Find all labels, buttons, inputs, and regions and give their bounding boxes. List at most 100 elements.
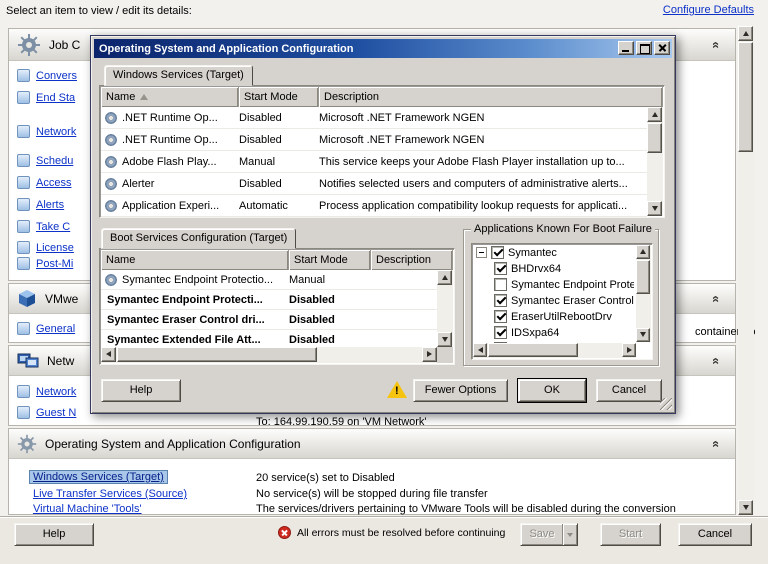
scrollbar-thumb[interactable] [738,42,753,152]
checkbox[interactable] [494,294,507,307]
tab-windows-services[interactable]: Windows Services (Target) [104,65,253,86]
cancel-button[interactable]: Cancel [678,523,752,546]
scroll-up-icon[interactable] [636,245,650,259]
service-row[interactable]: Alerter Disabled Notifies selected users… [101,173,647,195]
service-row[interactable]: Application Experi... Automatic Process … [101,195,647,217]
scroll-up-icon[interactable] [647,107,662,122]
nav-item-take-control[interactable]: Take C [17,220,70,233]
dialog-help-button[interactable]: Help [101,379,181,402]
nav-item-end-states[interactable]: End Sta [17,91,75,104]
collapse-minus-icon[interactable] [476,247,487,258]
configure-defaults-link[interactable]: Configure Defaults [663,4,754,16]
error-icon [278,526,291,539]
column-header-start-mode[interactable]: Start Mode [289,250,371,270]
scroll-right-icon[interactable] [622,343,636,357]
boot-service-row[interactable]: Symantec Endpoint Protecti... Disabled [101,290,437,310]
column-header-description[interactable]: Description [319,87,663,107]
help-button[interactable]: Help [14,523,94,546]
os-row-live-transfer[interactable]: Live Transfer Services (Source) [33,488,187,500]
boot-table-hscrollbar[interactable] [101,347,437,363]
tab-boot-services[interactable]: Boot Services Configuration (Target) [101,228,296,249]
nav-item-post-migration[interactable]: Post-Mi [17,257,73,270]
resize-grip[interactable] [660,398,672,410]
os-row-windows-services[interactable]: Windows Services (Target) [29,471,168,483]
nav-item-access[interactable]: Access [17,176,71,189]
column-header-start-mode[interactable]: Start Mode [239,87,319,107]
dialog-cancel-button[interactable]: Cancel [596,379,662,402]
services-scrollbar[interactable] [647,107,663,216]
boot-table-vscrollbar[interactable] [437,270,453,347]
scrollbar-thumb[interactable] [647,123,662,153]
tree-item[interactable]: IDSxpa64 [494,326,634,339]
scroll-down-icon[interactable] [647,201,662,216]
scroll-down-icon[interactable] [738,500,753,515]
service-gear-icon [105,200,117,212]
nav-item-guest-nic[interactable]: Guest N [17,406,76,419]
scroll-left-icon[interactable] [101,347,116,362]
scroll-right-icon[interactable] [422,347,437,362]
os-config-gear-icon [17,434,37,454]
nav-item-conversion[interactable]: Convers [17,69,77,82]
job-config-gear-icon [17,33,41,57]
scrollbar-thumb[interactable] [488,343,578,357]
collapse-chevron-icon[interactable] [709,292,723,306]
checkbox[interactable] [494,326,507,339]
service-gear-icon [105,112,117,124]
scrollbar-thumb[interactable] [636,260,650,294]
service-row[interactable]: Adobe Flash Play... Manual This service … [101,151,647,173]
nav-item-alerts[interactable]: Alerts [17,198,64,211]
save-dropdown-icon[interactable] [562,524,577,545]
fewer-options-button[interactable]: Fewer Options [413,379,508,402]
tree-hscrollbar[interactable] [473,343,636,358]
collapse-chevron-icon[interactable] [709,437,723,451]
tree-item[interactable]: BHDrvx64 [494,262,634,275]
checkbox[interactable] [494,310,507,323]
tree-vscrollbar[interactable] [636,245,651,342]
checkbox[interactable] [491,246,504,259]
maximize-icon[interactable] [636,41,652,55]
start-button[interactable]: Start [600,523,661,546]
scroll-down-icon[interactable] [636,328,650,342]
nav-item-icon [17,257,30,270]
boot-service-row[interactable]: Symantec Endpoint Protectio... Manual [101,270,437,290]
tree-item[interactable]: Symantec Endpoint Protec [494,278,634,291]
main-scrollbar[interactable] [738,26,754,515]
tree-item-root[interactable]: Symantec [476,246,634,259]
minimize-icon[interactable] [618,41,634,55]
scroll-left-icon[interactable] [473,343,487,357]
boot-failure-tree: Symantec BHDrvx64 Symantec Endpoint Prot… [471,243,653,360]
nav-item-general[interactable]: General [17,322,75,335]
column-header-name[interactable]: Name [101,250,289,270]
collapse-chevron-icon[interactable] [709,38,723,52]
scroll-down-icon[interactable] [437,332,452,347]
save-button[interactable]: Save [520,523,578,546]
boot-service-row[interactable]: Symantec Eraser Control dri... Disabled [101,310,437,330]
service-row[interactable]: .NET Runtime Op... Disabled Microsoft .N… [101,107,647,129]
ok-button[interactable]: OK [518,379,586,402]
section-title: Job C [49,38,80,52]
collapse-chevron-icon[interactable] [709,354,723,368]
nav-item-license[interactable]: License [17,241,74,254]
os-config-section: Operating System and Application Configu… [8,428,736,515]
nav-item-network-cfg[interactable]: Network [17,385,76,398]
column-header-name[interactable]: Name [101,87,239,107]
scrollbar-thumb[interactable] [117,347,317,362]
nav-item-icon [17,220,30,233]
service-gear-icon [105,134,117,146]
scroll-up-icon[interactable] [738,26,753,41]
scroll-up-icon[interactable] [437,270,452,285]
os-row-vm-tools[interactable]: Virtual Machine 'Tools' [33,503,142,515]
os-config-header[interactable]: Operating System and Application Configu… [9,429,735,459]
checkbox[interactable] [494,278,507,291]
tree-item[interactable]: EraserUtilRebootDrv [494,310,634,323]
services-table: Name Start Mode Description .NET Runtime… [99,85,665,218]
column-header-description[interactable]: Description [371,250,453,270]
tree-item[interactable]: Symantec Eraser Control c [494,294,634,307]
nav-item-schedule[interactable]: Schedu [17,154,73,167]
checkbox[interactable] [494,262,507,275]
service-row[interactable]: .NET Runtime Op... Disabled Microsoft .N… [101,129,647,151]
service-gear-icon [105,274,117,286]
nav-item-network[interactable]: Network [17,125,76,138]
close-icon[interactable] [654,41,670,55]
dialog-titlebar[interactable]: Operating System and Application Configu… [94,39,672,58]
